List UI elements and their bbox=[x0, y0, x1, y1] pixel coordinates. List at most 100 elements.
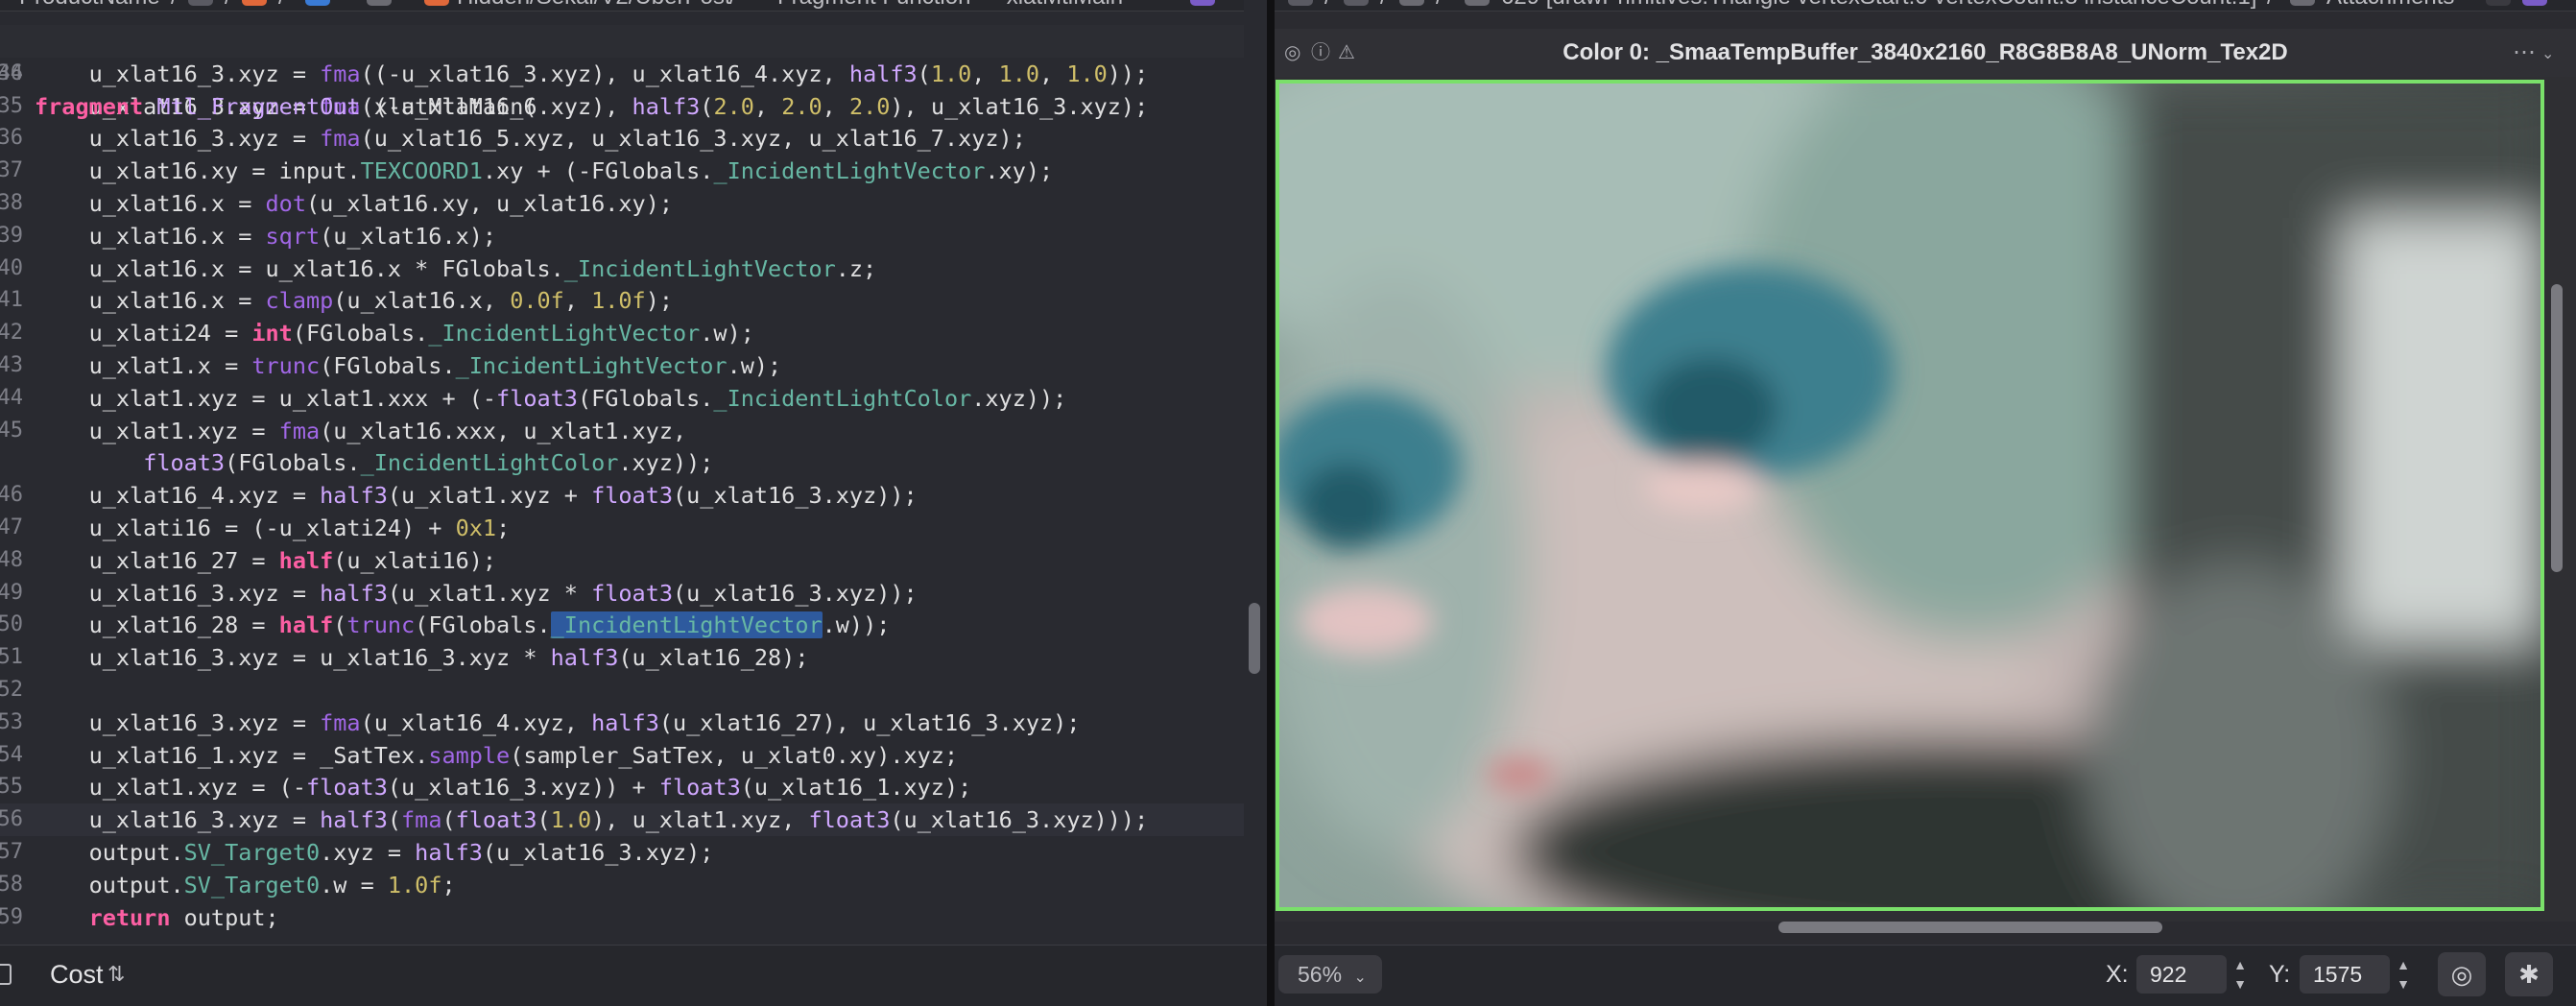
line-number: 39 bbox=[0, 223, 23, 248]
code-text: u_xlat16_3.xyz = fma(u_xlat16_4.xyz, hal… bbox=[35, 708, 1081, 736]
right-breadcrumb: / / / 629 [drawPrimitives:Triangle verte… bbox=[1275, 0, 2576, 12]
breadcrumb-draw-call[interactable]: 629 [drawPrimitives:Triangle vertexStart… bbox=[1501, 0, 2256, 11]
texture-canvas[interactable] bbox=[1275, 77, 2576, 922]
encoder-icon[interactable] bbox=[1399, 0, 1424, 6]
sticky-header-text: fragment Mtl_FragmentOut xlatMtlMain( bbox=[35, 93, 537, 120]
code-text: u_xlat16.xy = input.TEXCOORD1.xy + (-FGl… bbox=[35, 157, 1054, 185]
back-icon[interactable] bbox=[2486, 0, 2511, 6]
target-icon[interactable]: ◎ bbox=[2438, 952, 2486, 996]
line-number: 52 bbox=[0, 678, 23, 702]
code-text: u_xlat16_3.xyz = u_xlat16_3.xyz * half3(… bbox=[35, 644, 809, 672]
line-number: 50 bbox=[0, 612, 23, 637]
code-line[interactable]: 56 u_xlat16_3.xyz = half3(fma(float3(1.0… bbox=[0, 803, 1248, 837]
breadcrumb-shader[interactable]: Hidden/Sekai/V2/UberPost bbox=[457, 0, 731, 11]
breadcrumb-function[interactable]: Fragment Function — xlatMtlMain bbox=[777, 0, 1123, 11]
line-number: 45 bbox=[0, 418, 23, 443]
breadcrumb-separator: / bbox=[729, 0, 736, 11]
code-text: u_xlat16.x = dot(u_xlat16.xy, u_xlat16.x… bbox=[35, 190, 673, 217]
code-text: u_xlat1.x = trunc(FGlobals._IncidentLigh… bbox=[35, 352, 782, 379]
shader-icon[interactable] bbox=[424, 0, 449, 6]
folder-icon[interactable] bbox=[1288, 0, 1313, 6]
viewer-horizontal-scrollbar[interactable] bbox=[1778, 922, 2162, 933]
viewer-vertical-scrollbar[interactable] bbox=[2551, 284, 2563, 572]
line-number: 58 bbox=[0, 872, 23, 897]
code-text: output.SV_Target0.xyz = half3(u_xlat16_3… bbox=[35, 839, 714, 866]
zoom-value: 56% bbox=[1298, 962, 1343, 987]
code-text: u_xlat1.xyz = u_xlat1.xxx + (-float3(FGl… bbox=[35, 384, 1067, 412]
line-number: 40 bbox=[0, 255, 23, 280]
editor-bottom-bar: Cost ⇅ bbox=[0, 945, 1267, 1006]
breadcrumb-separator: / bbox=[1436, 0, 1443, 11]
breadcrumb-separator: / bbox=[278, 0, 285, 11]
breadcrumb-separator: / bbox=[1380, 0, 1387, 11]
code-text: u_xlat16.x = sqrt(u_xlat16.x); bbox=[35, 222, 497, 250]
line-number: 53 bbox=[0, 709, 23, 734]
line-number: 59 bbox=[0, 904, 23, 929]
viewer-title: Color 0: _SmaaTempBuffer_3840x2160_R8G8B… bbox=[1562, 39, 2288, 65]
x-stepper-icon[interactable]: ▲ ▼ bbox=[2230, 955, 2250, 994]
texture-viewer-pane: / / / 629 [drawPrimitives:Triangle verte… bbox=[1275, 0, 2576, 1006]
code-text: u_xlati24 = int(FGlobals._IncidentLightV… bbox=[35, 320, 754, 347]
line-number: 54 bbox=[0, 742, 23, 767]
folder-icon[interactable] bbox=[188, 0, 213, 6]
issue-icon[interactable] bbox=[2522, 0, 2547, 6]
gear-icon[interactable] bbox=[367, 0, 392, 6]
line-number: 55 bbox=[0, 775, 23, 800]
chevron-updown-icon[interactable]: ⇅ bbox=[107, 957, 125, 992]
y-coordinate-field[interactable]: 1575 bbox=[2300, 955, 2390, 994]
line-number: 48 bbox=[0, 547, 23, 572]
sidebar-toggle-icon[interactable] bbox=[0, 964, 12, 985]
editor-scrollbar[interactable] bbox=[1249, 603, 1260, 674]
breadcrumb-separator: / bbox=[225, 0, 231, 11]
breadcrumb-item[interactable]: ProductName bbox=[19, 0, 160, 11]
more-icon[interactable]: ⋯ bbox=[2513, 40, 2536, 65]
bug-icon[interactable]: ✱ bbox=[2505, 952, 2553, 996]
xcode-icon[interactable] bbox=[305, 0, 330, 6]
line-number: 49 bbox=[0, 580, 23, 605]
code-text: float3(FGlobals._IncidentLightColor.xyz)… bbox=[143, 449, 714, 477]
line-number: 37 bbox=[0, 158, 23, 183]
line-number: 46 bbox=[0, 483, 23, 508]
viewer-header: ◎ ⓘ ⚠ Color 0: _SmaaTempBuffer_3840x2160… bbox=[1275, 29, 2576, 77]
breadcrumb-separator: / bbox=[171, 0, 178, 11]
zoom-selector[interactable]: 56% ⌄ bbox=[1278, 955, 1382, 994]
texture-image[interactable] bbox=[1276, 80, 2544, 911]
line-number: 41 bbox=[0, 288, 23, 313]
hammer-icon[interactable] bbox=[1465, 0, 1490, 6]
pane-divider[interactable] bbox=[1267, 0, 1275, 1006]
breadcrumb-separator: / bbox=[2267, 0, 2274, 11]
breadcrumb-attachments[interactable]: Attachments bbox=[2326, 0, 2454, 11]
viewer-bottom-bar: 56% ⌄ X: 922 ▲ ▼ Y: 1575 ▲ ▼ ◎ ✱ bbox=[1275, 945, 2576, 1006]
line-number: 57 bbox=[0, 840, 23, 864]
x-coordinate-field[interactable]: 922 bbox=[2136, 955, 2227, 994]
line-number: 51 bbox=[0, 645, 23, 670]
code-text: u_xlat16_3.xyz = half3(u_xlat1.xyz * flo… bbox=[35, 579, 918, 607]
code-text: u_xlat1.xyz = fma(u_xlat16.xxx, u_xlat1.… bbox=[35, 417, 687, 444]
code-editor-pane: ProductName / / / Hidden/Sekai/V2/UberPo… bbox=[0, 0, 1267, 1006]
code-text: u_xlat16_1.xyz = _SatTex.sample(sampler_… bbox=[35, 741, 959, 769]
line-number: 43 bbox=[0, 353, 23, 377]
editor-scroll-track bbox=[1244, 0, 1267, 950]
line-number: 46 bbox=[0, 61, 23, 85]
cost-selector[interactable]: Cost bbox=[50, 957, 104, 992]
code-text: u_xlat16_27 = half(u_xlati16); bbox=[35, 546, 497, 574]
code-text: u_xlat16_28 = half(trunc(FGlobals._Incid… bbox=[35, 611, 891, 639]
code-text: u_xlat16.x = u_xlat16.x * FGlobals._Inci… bbox=[35, 254, 877, 282]
package-icon[interactable] bbox=[242, 0, 267, 6]
sticky-function-header: 46 fragment Mtl_FragmentOut xlatMtlMain( bbox=[0, 25, 1248, 120]
breadcrumb-separator: / bbox=[1324, 0, 1331, 11]
line-number: 47 bbox=[0, 515, 23, 539]
code-text: u_xlat1.xyz = (-float3(u_xlat16_3.xyz)) … bbox=[35, 774, 972, 802]
frame-icon[interactable] bbox=[1344, 0, 1369, 6]
chevron-down-icon[interactable]: ⌄ bbox=[2541, 42, 2554, 67]
code-text: u_xlat16_3.xyz = half3(fma(float3(1.0), … bbox=[35, 806, 1149, 834]
y-stepper-icon[interactable]: ▲ ▼ bbox=[2394, 955, 2413, 994]
blurred-frame-image bbox=[1279, 84, 2540, 907]
code-area[interactable]: u_xlat16_4.xyz = (-u_xlat16_4.xyz) + hal… bbox=[0, 25, 1248, 937]
y-coordinate-label: Y: bbox=[2269, 961, 2291, 988]
code-text: u_xlat16.x = clamp(u_xlat16.x, 0.0f, 1.0… bbox=[35, 287, 673, 315]
x-coordinate-label: X: bbox=[2106, 961, 2129, 988]
issue-icon[interactable] bbox=[1190, 0, 1215, 6]
left-breadcrumb: ProductName / / / Hidden/Sekai/V2/UberPo… bbox=[0, 0, 1267, 12]
attachment-icon[interactable] bbox=[2290, 0, 2315, 6]
